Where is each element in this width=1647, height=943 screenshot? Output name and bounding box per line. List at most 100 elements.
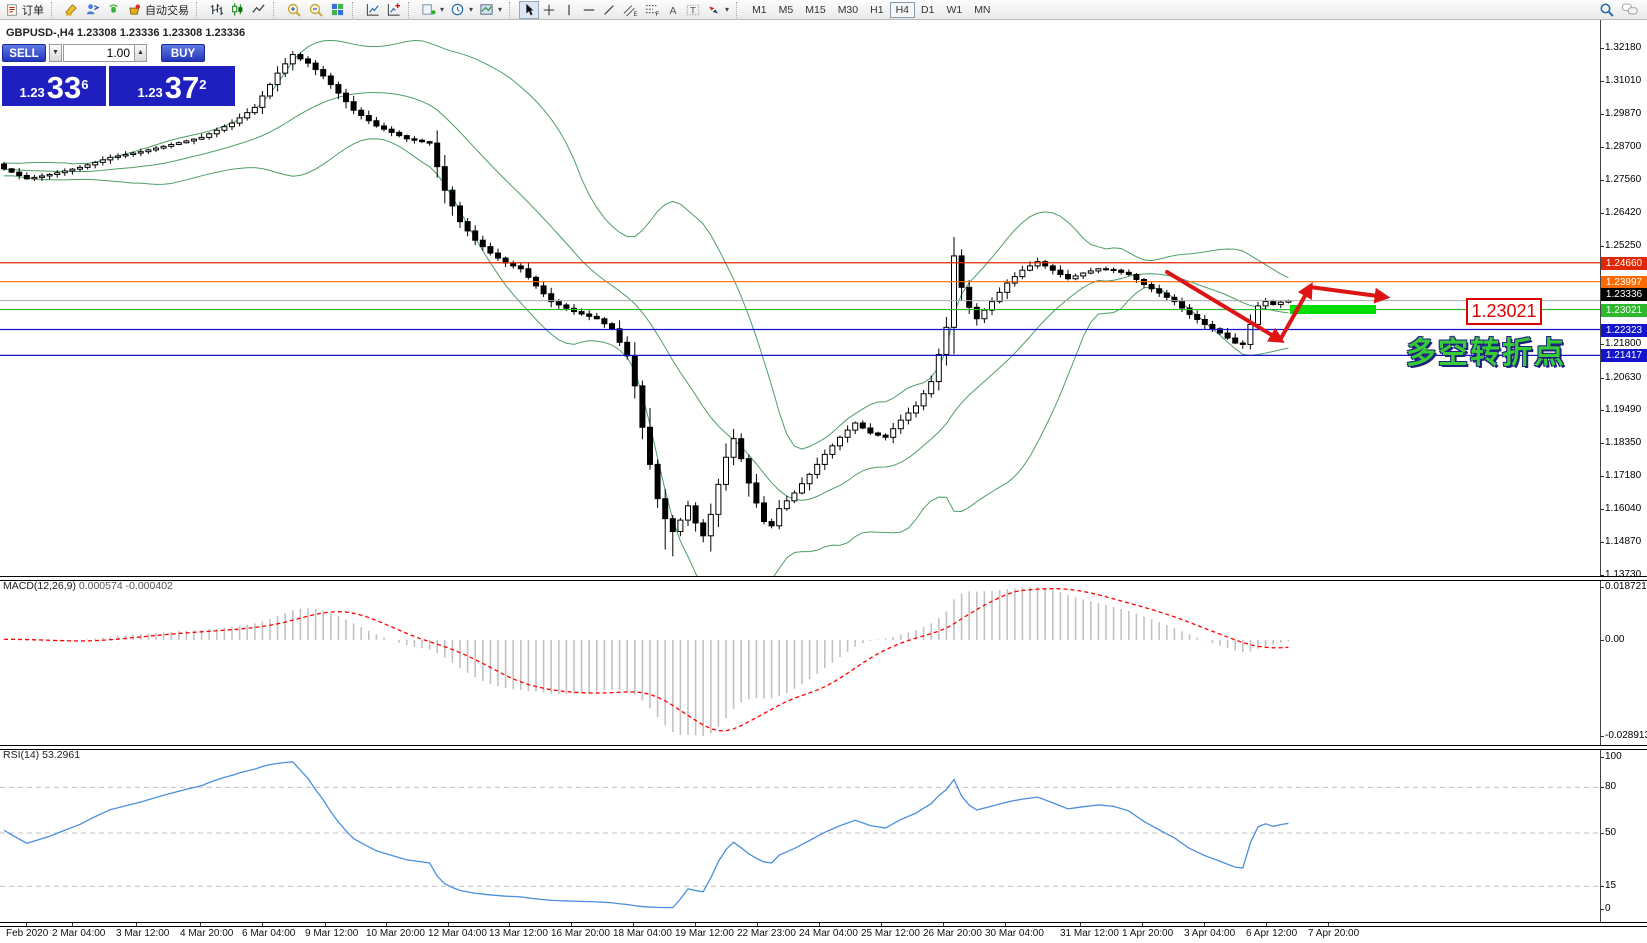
tab-timeframe-d1[interactable]: D1: [915, 2, 940, 18]
volume-up-stepper[interactable]: ▲: [134, 44, 147, 62]
candle-bear: [1180, 302, 1185, 308]
main-chart-pane[interactable]: [0, 20, 1600, 576]
sell-price-big: 33: [47, 73, 81, 103]
tile-windows-icon: [330, 2, 345, 17]
candle-bear: [640, 386, 645, 427]
price-axis-tick: [1600, 509, 1604, 510]
candle-bear: [1271, 302, 1276, 305]
macd-signal-value: -0.000402: [126, 580, 173, 592]
price-axis-label: 1.14870: [1605, 536, 1641, 547]
tab-timeframe-w1[interactable]: W1: [940, 2, 968, 18]
highlight-button[interactable]: [61, 1, 82, 19]
tab-timeframe-mn[interactable]: MN: [968, 2, 996, 18]
crosshair-button[interactable]: [539, 1, 559, 19]
new-order-button[interactable]: 订单: [2, 1, 47, 19]
trendline-button[interactable]: [599, 1, 619, 19]
candle-bull: [93, 162, 98, 164]
volume-down-stepper[interactable]: ▼: [49, 44, 62, 62]
candle-bear: [298, 55, 303, 59]
indicator-window-add-button[interactable]: [383, 1, 404, 19]
candle-bear: [1126, 272, 1131, 274]
time-axis-tick: [1266, 923, 1267, 927]
mt4-window: 订单 自动交易: [0, 0, 1647, 943]
volume-input[interactable]: [63, 44, 135, 62]
tab-timeframe-m30[interactable]: M30: [832, 2, 864, 18]
candle-bear: [959, 256, 964, 287]
candle-bull: [1028, 266, 1033, 270]
candle-bear: [1119, 270, 1124, 272]
time-axis-tick: [1328, 923, 1329, 927]
macd-pane[interactable]: [0, 579, 1600, 745]
zoom-out-button[interactable]: [305, 1, 327, 19]
search-icon[interactable]: [1599, 2, 1615, 18]
rsi-label: RSI(14) 53.2961: [3, 749, 80, 761]
text-label-button[interactable]: T: [683, 1, 703, 19]
symbol-info: GBPUSD-,H4 1.23308 1.23336 1.23308 1.233…: [6, 27, 245, 39]
candle-bear: [344, 93, 349, 102]
chat-icon[interactable]: [1621, 2, 1639, 17]
candle-bull: [275, 73, 280, 84]
pane-separator[interactable]: [0, 745, 1647, 750]
line-chart-button[interactable]: [248, 1, 269, 19]
channel-button[interactable]: E: [619, 1, 641, 19]
rsi-axis-tick: [1600, 787, 1604, 788]
candle-bear: [526, 269, 531, 278]
template-button[interactable]: ▾: [476, 1, 505, 19]
time-axis-tick: [819, 923, 820, 927]
green-highlight-box[interactable]: [1290, 305, 1376, 314]
price-axis-tick: [1600, 542, 1604, 543]
text-button[interactable]: A: [663, 1, 683, 19]
time-axis-label: 31 Mar 12:00: [1060, 928, 1119, 939]
candle-bull: [1263, 302, 1268, 306]
fibonacci-button[interactable]: F: [641, 1, 663, 19]
candle-bear: [541, 286, 546, 294]
price-axis-tick: [1600, 410, 1604, 411]
candle-bull: [724, 457, 729, 484]
toolbar-separator: [509, 2, 516, 18]
signals-button[interactable]: [103, 1, 124, 19]
tab-timeframe-m15[interactable]: M15: [799, 2, 831, 18]
candlestick-chart-button[interactable]: [227, 1, 248, 19]
expert-advisor-button[interactable]: [82, 1, 103, 19]
zoom-in-button[interactable]: [283, 1, 305, 19]
vertical-line-button[interactable]: [559, 1, 579, 19]
candle-bull: [252, 107, 257, 112]
period-button[interactable]: ▾: [447, 1, 476, 19]
sell-button[interactable]: SELL: [2, 44, 46, 62]
time-axis-label: 3 Mar 12:00: [116, 928, 169, 939]
tab-timeframe-h1[interactable]: H1: [864, 2, 889, 18]
candle-bull: [807, 474, 812, 483]
time-axis-label: 19 Mar 12:00: [675, 928, 734, 939]
macd-axis-tick: [1600, 736, 1604, 737]
candle-bear: [427, 142, 432, 143]
time-axis-label: 26 Mar 20:00: [923, 928, 982, 939]
candle-bull: [822, 454, 827, 464]
cn-note-annotation[interactable]: 多空转折点: [1406, 328, 1566, 372]
cursor-button[interactable]: [519, 1, 539, 19]
candle-bull: [146, 150, 151, 152]
pane-separator[interactable]: [0, 576, 1647, 581]
arrows-button[interactable]: ▾: [703, 1, 732, 19]
candle-bull: [784, 501, 789, 509]
bar-chart-button[interactable]: [206, 1, 227, 19]
tab-timeframe-m5[interactable]: M5: [773, 2, 800, 18]
expert-advisor-icon: [85, 2, 100, 17]
rsi-pane[interactable]: [0, 748, 1600, 922]
add-indicator-button[interactable]: ▾: [418, 1, 447, 19]
tab-timeframe-m1[interactable]: M1: [746, 2, 773, 18]
tab-timeframe-h4[interactable]: H4: [890, 2, 915, 18]
rsi-axis-tick: [1600, 909, 1604, 910]
buy-price-pip: 2: [199, 66, 206, 104]
indicator-window-button[interactable]: [362, 1, 383, 19]
trend-arrow[interactable]: [1310, 287, 1385, 297]
cursor-icon: [522, 3, 536, 17]
auto-trading-button[interactable]: 自动交易: [124, 1, 192, 19]
svg-text:E: E: [634, 11, 638, 17]
candle-bull: [891, 429, 896, 438]
price-tag-annotation[interactable]: 1.23021: [1466, 298, 1542, 325]
horizontal-line-button[interactable]: [579, 1, 599, 19]
time-axis-label: 7 Apr 20:00: [1308, 928, 1359, 939]
bid-price-badge: 1.23336: [1601, 288, 1647, 301]
buy-button[interactable]: BUY: [161, 44, 205, 62]
tile-windows-button[interactable]: [327, 1, 348, 19]
